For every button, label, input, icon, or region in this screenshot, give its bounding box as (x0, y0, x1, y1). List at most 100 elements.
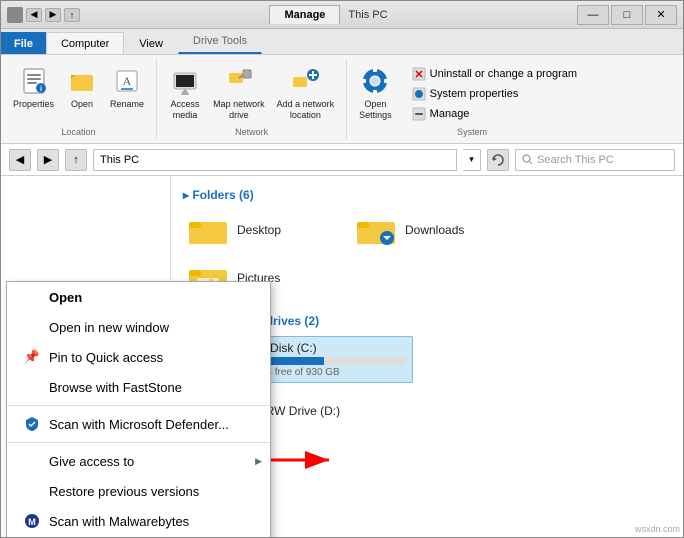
location-buttons: i Properties Open (9, 61, 148, 125)
access-media-button[interactable]: Accessmedia (165, 63, 205, 123)
add-network-icon (289, 65, 321, 97)
desktop-folder-icon (189, 214, 229, 246)
ctx-defender-label: Scan with Microsoft Defender... (49, 417, 229, 432)
add-network-location-button[interactable]: Add a networklocation (273, 63, 339, 123)
folder-downloads[interactable]: Downloads (351, 210, 511, 250)
network-buttons: Accessmedia Map networkdrive (165, 61, 338, 125)
map-network-drive-button[interactable]: Map networkdrive (209, 63, 269, 123)
refresh-button[interactable] (487, 149, 509, 171)
properties-icon: i (18, 65, 50, 97)
address-input[interactable]: This PC (93, 149, 457, 171)
ctx-pin-label: Pin to Quick access (49, 350, 163, 365)
close-button[interactable]: ✕ (645, 5, 677, 25)
ribbon-group-location: i Properties Open (1, 59, 157, 139)
window-controls: — □ ✕ (577, 5, 677, 25)
manage-tab[interactable]: Manage (269, 5, 340, 24)
properties-label: Properties (13, 99, 54, 110)
search-box[interactable]: Search This PC (515, 149, 675, 171)
forward-btn[interactable]: ▶ (45, 8, 61, 22)
svg-text:i: i (40, 86, 42, 93)
manage-button[interactable]: Manage (408, 105, 581, 123)
system-buttons: OpenSettings Uninstall or change a progr… (355, 61, 589, 125)
settings-icon (359, 65, 391, 97)
back-button[interactable]: ◀ (9, 149, 31, 171)
ctx-browse-faststone[interactable]: Browse with FastStone (7, 372, 270, 402)
uninstall-button[interactable]: Uninstall or change a program (408, 65, 581, 83)
ctx-defender-icon (23, 415, 41, 433)
manage-icon (412, 107, 426, 121)
ribbon-body: i Properties Open (1, 55, 683, 143)
uninstall-label: Uninstall or change a program (430, 68, 577, 80)
title-bar: ◀ ▶ ↑ Manage This PC — □ ✕ (1, 1, 683, 29)
ribbon-group-system: OpenSettings Uninstall or change a progr… (347, 59, 597, 139)
open-settings-button[interactable]: OpenSettings (355, 63, 396, 123)
window-title: This PC (348, 9, 387, 21)
open-button[interactable]: Open (62, 63, 102, 112)
ctx-open[interactable]: Open (7, 282, 270, 312)
map-network-label: Map networkdrive (213, 99, 265, 121)
up-btn[interactable]: ↑ (64, 8, 80, 22)
ctx-pin-icon: 📌 (23, 348, 41, 366)
ctx-restore-versions[interactable]: Restore previous versions (7, 476, 270, 506)
folder-desktop[interactable]: Desktop (183, 210, 343, 250)
svg-text:M: M (28, 517, 36, 527)
ctx-malware-label: Scan with Malwarebytes (49, 514, 189, 529)
tab-computer[interactable]: Computer (46, 32, 124, 54)
system-items: Uninstall or change a program System pro… (400, 63, 589, 125)
maximize-button[interactable]: □ (611, 5, 643, 25)
ctx-sep-2 (7, 442, 270, 443)
ctx-faststone-icon (23, 378, 41, 396)
ctx-access-label: Give access to (49, 454, 134, 469)
tab-file[interactable]: File (1, 32, 46, 54)
add-network-label: Add a networklocation (277, 99, 335, 121)
watermark: wsxdn.com (635, 524, 680, 534)
search-placeholder: Search This PC (537, 154, 614, 166)
ctx-pin-quick[interactable]: 📌 Pin to Quick access (7, 342, 270, 372)
rename-icon: A (111, 65, 143, 97)
ribbon-tab-bar: File Computer View Drive Tools (1, 29, 683, 55)
svg-text:A: A (123, 74, 132, 88)
ctx-pin-start[interactable]: ⊞ Pin to Start (7, 536, 270, 537)
refresh-icon (491, 153, 505, 167)
system-label: System (457, 125, 487, 137)
window-icon (7, 7, 23, 23)
ribbon: File Computer View Drive Tools (1, 29, 683, 144)
ribbon-group-network: Accessmedia Map networkdrive (157, 59, 347, 139)
ctx-restore-icon (23, 482, 41, 500)
ctx-scan-defender[interactable]: Scan with Microsoft Defender... (7, 409, 270, 439)
minimize-button[interactable]: — (577, 5, 609, 25)
manage-label: Manage (430, 108, 470, 120)
tab-drive-tools[interactable]: Drive Tools (178, 28, 262, 54)
back-btn[interactable]: ◀ (26, 8, 42, 22)
folders-section-title: ▸ Folders (6) (183, 188, 671, 202)
ctx-faststone-label: Browse with FastStone (49, 380, 182, 395)
address-dropdown[interactable]: ▾ (463, 149, 481, 171)
ctx-open-icon (23, 288, 41, 306)
desktop-label: Desktop (237, 223, 281, 237)
title-bar-center: Manage This PC (80, 5, 577, 24)
open-label: Open (71, 99, 93, 110)
access-media-icon (169, 65, 201, 97)
ctx-open-label: Open (49, 290, 82, 305)
system-props-icon (412, 87, 426, 101)
open-icon (66, 65, 98, 97)
rename-button[interactable]: A Rename (106, 63, 148, 112)
ctx-scan-malwarebytes[interactable]: M Scan with Malwarebytes (7, 506, 270, 536)
network-label: Network (235, 125, 268, 137)
up-button[interactable]: ↑ (65, 149, 87, 171)
downloads-folder-icon (357, 214, 397, 246)
address-path: This PC (100, 154, 139, 166)
system-properties-label: System properties (430, 88, 519, 100)
tab-view[interactable]: View (124, 32, 178, 54)
ctx-sep-1 (7, 405, 270, 406)
map-network-icon (223, 65, 255, 97)
ctx-give-access[interactable]: Give access to (7, 446, 270, 476)
forward-button[interactable]: ▶ (37, 149, 59, 171)
ctx-malware-icon: M (23, 512, 41, 530)
window: ◀ ▶ ↑ Manage This PC — □ ✕ File Computer… (0, 0, 684, 538)
system-properties-button[interactable]: System properties (408, 85, 581, 103)
properties-button[interactable]: i Properties (9, 63, 58, 112)
ctx-open-new-window[interactable]: Open in new window (7, 312, 270, 342)
ctx-open-new-label: Open in new window (49, 320, 169, 335)
main-content: ▸ Folders (6) Desktop (1, 176, 683, 537)
